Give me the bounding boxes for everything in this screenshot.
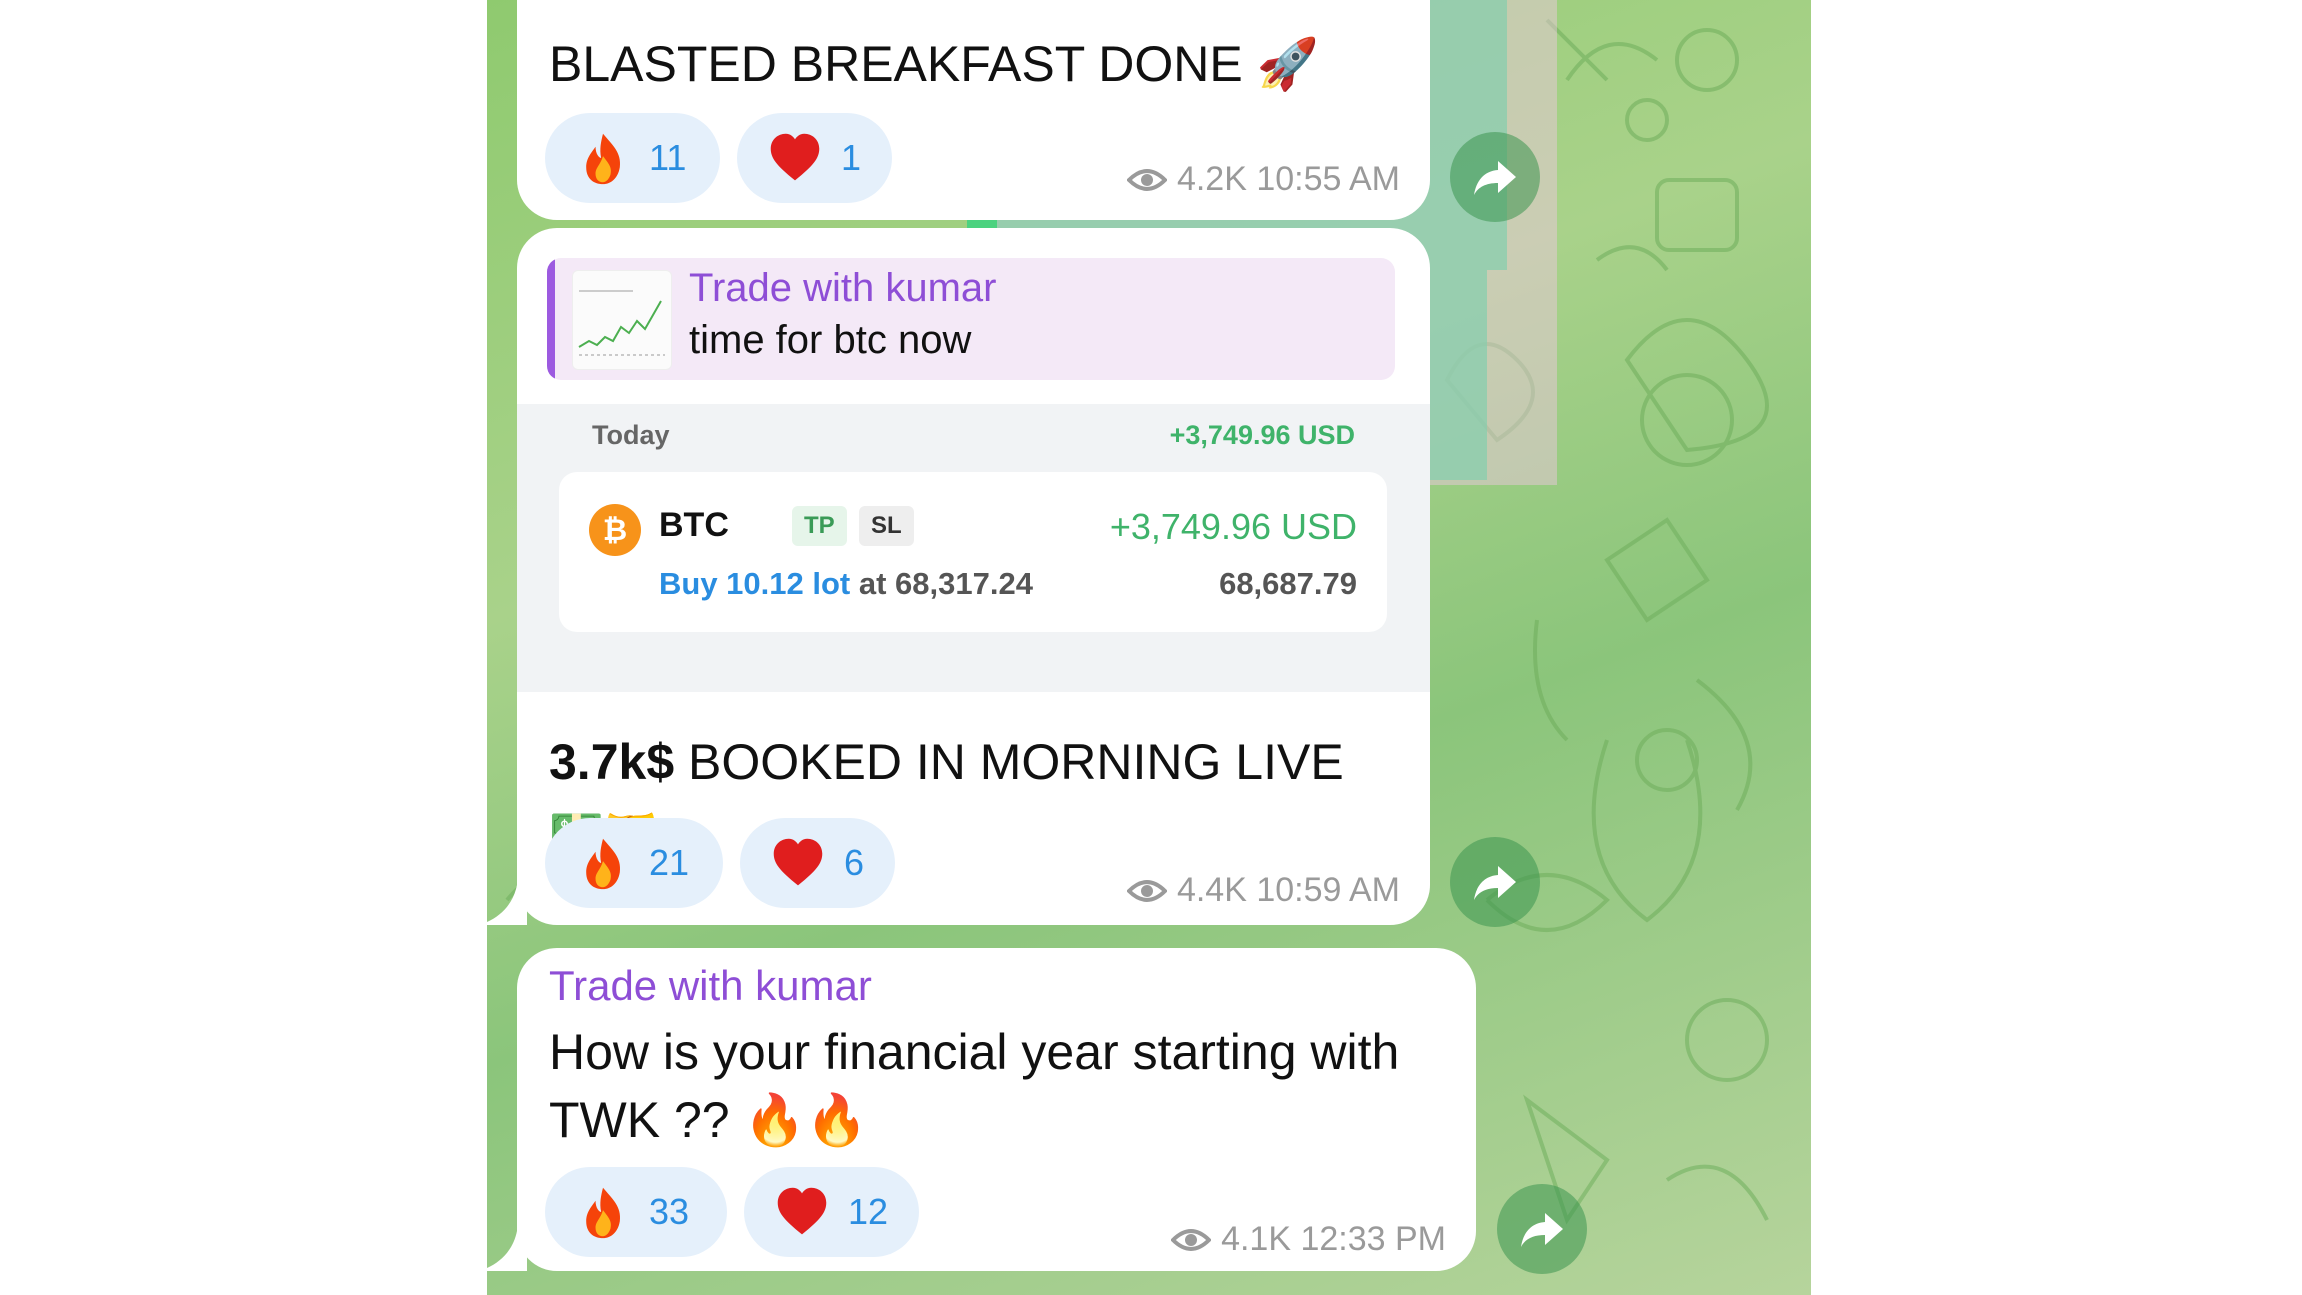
share-arrow-icon [1474,866,1516,900]
bubble-tail [487,1231,527,1271]
heart-icon [770,133,820,181]
fire-icon [586,1187,621,1239]
reaction-fire[interactable]: 33 [545,1167,727,1257]
sender-name: Trade with kumar [549,962,872,1009]
message-text: 3.7k$ BOOKED IN MORNING LIVE [549,728,1344,796]
message-time: 12:33 PM [1300,1220,1446,1258]
message-text-rest: BOOKED IN MORNING LIVE [674,734,1344,790]
eye-icon [1171,1228,1212,1251]
message-bubble[interactable]: BLASTED BREAKFAST DONE 🚀 11 1 4.2K 10:55… [517,0,1430,220]
message-text-line2: TWK ?? 🔥🔥 [549,1092,868,1148]
eye-icon [1126,879,1167,902]
svg-text:₿: ₿ [603,513,627,548]
trade-card: ₿ BTC TP SL +3,749.96 USD Buy 10.12 lot … [559,472,1387,632]
reaction-count: 6 [844,842,865,883]
message-meta: 4.4K 10:59 AM [1126,871,1400,910]
reaction-heart[interactable]: 12 [744,1167,919,1257]
bitcoin-icon: ₿ [589,504,641,556]
message-text-bold: 3.7k$ [549,734,675,790]
reaction-heart[interactable]: 1 [737,113,892,203]
reply-preview[interactable]: Trade with kumar time for btc now [547,258,1395,380]
view-count: 4.1K [1221,1220,1292,1258]
view-count: 4.4K [1176,871,1247,909]
share-button[interactable] [1450,837,1540,927]
order-details: Buy 10.12 lot at 68,317.24 [659,566,1033,602]
bubble-tail [487,885,527,925]
reaction-fire[interactable]: 21 [545,818,723,908]
view-count: 4.2K [1176,160,1247,198]
share-button[interactable] [1450,132,1540,222]
symbol: BTC [659,506,729,544]
reaction-count: 21 [649,842,690,883]
reaction-count: 1 [841,137,862,178]
chart-thumbnail-icon [578,290,665,356]
chat-background: BLASTED BREAKFAST DONE 🚀 11 1 4.2K 10:55… [487,0,1811,1295]
message-text: How is your financial year starting with [549,1024,1400,1080]
share-arrow-icon [1474,161,1516,195]
message-time: 10:55 AM [1256,160,1400,198]
share-arrow-icon [1521,1213,1563,1247]
tp-tag: TP [792,506,847,546]
message-meta: 4.2K 10:55 AM [1126,160,1400,199]
message-time: 10:59 AM [1256,871,1400,909]
eye-icon [1126,168,1167,191]
fire-icon [586,133,621,185]
reaction-fire[interactable]: 11 [545,113,720,203]
reply-text: time for btc now [689,318,972,362]
reply-bar [547,258,555,380]
current-price: 68,687.79 [1219,566,1357,601]
reaction-heart[interactable]: 6 [740,818,895,908]
trade-summary: Today +3,749.96 USD ₿ BTC TP SL +3,749.9… [517,404,1430,692]
today-pnl: +3,749.96 USD [1169,420,1355,450]
reaction-count: 12 [848,1191,889,1232]
trade-pnl: +3,749.96 USD [1109,506,1357,547]
today-label: Today [592,420,670,450]
share-button[interactable] [1497,1184,1587,1274]
heart-icon [777,1187,827,1235]
reply-thumbnail [572,270,672,370]
reaction-count: 11 [649,137,687,178]
order-side: Buy 10.12 lot [659,566,851,601]
sl-tag: SL [859,506,914,546]
message-text: BLASTED BREAKFAST DONE 🚀 [549,36,1319,92]
fire-icon [586,838,621,890]
message-meta: 4.1K 12:33 PM [1171,1220,1446,1259]
heart-icon [773,838,823,886]
reaction-count: 33 [649,1191,690,1232]
reply-sender: Trade with kumar [689,266,997,310]
message-bubble[interactable]: Trade with kumar How is your financial y… [517,948,1476,1271]
order-price: at 68,317.24 [858,566,1033,601]
message-bubble[interactable]: Trade with kumar time for btc now Today … [517,228,1430,925]
